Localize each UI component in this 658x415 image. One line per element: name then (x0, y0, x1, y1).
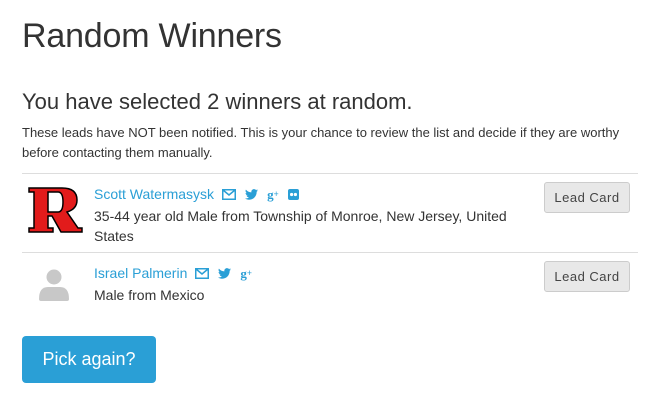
lead-card-button[interactable]: Lead Card (544, 261, 630, 292)
intro-text: These leads have NOT been notified. This… (22, 125, 620, 160)
flickr-icon[interactable] (287, 188, 299, 200)
winner-name-line: Scott Watermasysk g + (94, 184, 524, 204)
default-person-avatar (22, 260, 86, 314)
page-title: Random Winners (22, 17, 282, 55)
winner-row: Scott Watermasysk g + 35-44 year old Male… (22, 174, 638, 253)
rutgers-logo-avatar (22, 182, 86, 236)
winner-name-link[interactable]: Israel Palmerin (94, 265, 187, 281)
google-plus-icon[interactable]: g + (267, 188, 279, 201)
email-icon[interactable] (195, 267, 210, 279)
lead-card-button[interactable]: Lead Card (544, 182, 630, 213)
google-plus-icon[interactable]: g + (240, 267, 252, 280)
winner-detail: 35-44 year old Male from Township of Mon… (94, 208, 507, 244)
pick-again-button[interactable]: Pick again? (22, 336, 156, 383)
twitter-icon[interactable] (245, 188, 259, 200)
winner-info: Israel Palmerin g + Male from Mexico (94, 263, 524, 305)
page-subtitle: You have selected 2 winners at random. (22, 89, 413, 114)
winner-row: Israel Palmerin g + Male from Mexico Lead… (22, 253, 638, 316)
winner-info: Scott Watermasysk g + 35-44 year old Male… (94, 184, 524, 246)
winner-detail: Male from Mexico (94, 287, 205, 303)
winner-list: Scott Watermasysk g + 35-44 year old Male… (22, 173, 638, 316)
twitter-icon[interactable] (218, 267, 232, 279)
winner-name-link[interactable]: Scott Watermasysk (94, 186, 214, 202)
winner-name-line: Israel Palmerin g + (94, 263, 524, 283)
email-icon[interactable] (222, 188, 237, 200)
